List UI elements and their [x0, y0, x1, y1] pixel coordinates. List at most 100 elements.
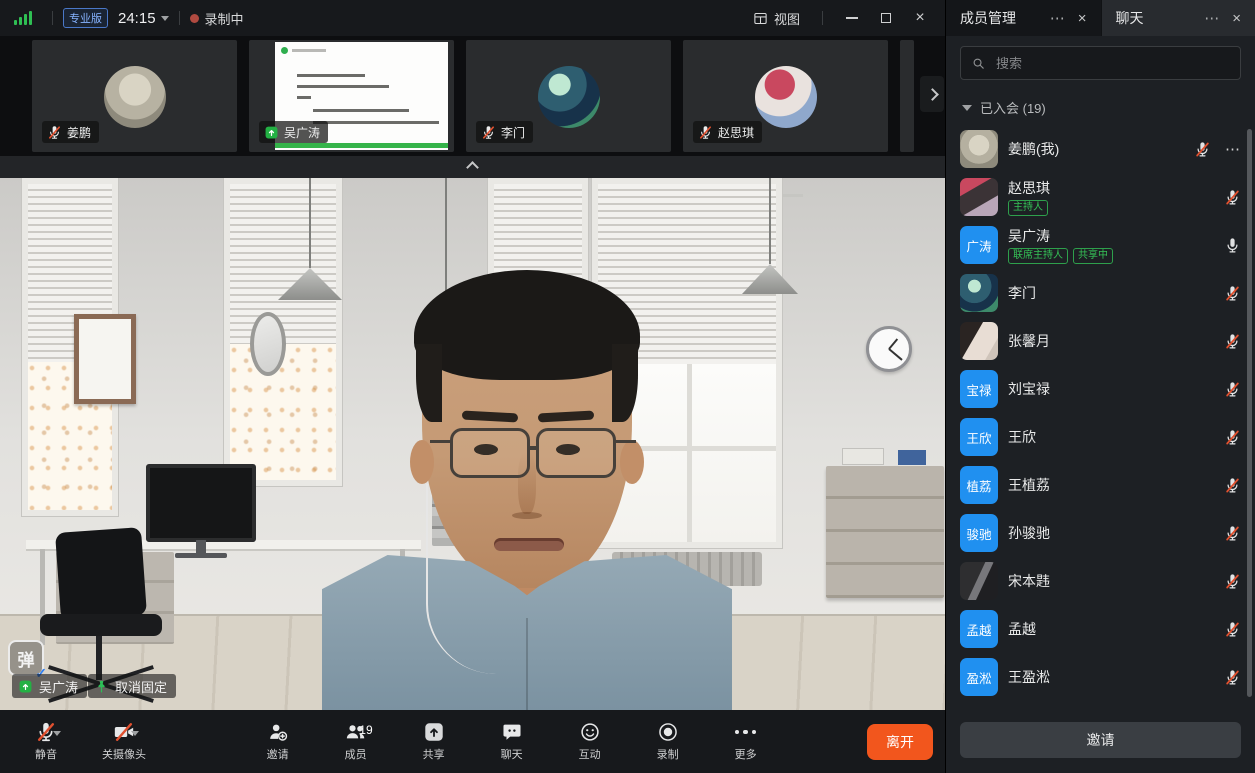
- mic-muted-icon[interactable]: [1224, 621, 1241, 638]
- record-button[interactable]: 录制: [642, 719, 694, 764]
- mic-on-icon[interactable]: [1224, 237, 1241, 254]
- meeting-timer[interactable]: 24:15: [118, 10, 169, 27]
- member-name: 姜鹏(我): [1008, 139, 1059, 159]
- video-tile-limen[interactable]: 李门: [466, 40, 671, 152]
- avatar: 广涛: [960, 226, 998, 264]
- recording-label: 录制中: [205, 9, 244, 28]
- minimize-button[interactable]: [837, 5, 867, 31]
- tab-chat[interactable]: 聊天 ⋯ ×: [1101, 0, 1255, 36]
- mic-muted-icon[interactable]: [1224, 525, 1241, 542]
- share-label: 共享: [423, 746, 445, 762]
- view-button[interactable]: 视图: [745, 5, 808, 32]
- panel-close-icon[interactable]: ×: [1232, 10, 1241, 27]
- scrollbar[interactable]: [1247, 129, 1252, 697]
- mute-button[interactable]: 静音: [20, 719, 72, 764]
- mic-muted-icon[interactable]: [1224, 429, 1241, 446]
- chat-bubble-icon: [501, 721, 523, 743]
- unpin-button[interactable]: 取消固定: [88, 674, 176, 698]
- video-tile-shared-screen[interactable]: 吴广涛: [249, 40, 454, 152]
- mute-label: 静音: [35, 746, 57, 762]
- leave-button[interactable]: 离开: [867, 724, 933, 760]
- video-tile-zhaosiqi[interactable]: 赵思琪: [683, 40, 888, 152]
- avatar: [960, 274, 998, 312]
- mic-muted-icon[interactable]: [1224, 285, 1241, 302]
- strip-next-button[interactable]: [920, 76, 944, 112]
- meeting-window: 专业版 24:15 录制中 视图 × 姜鹏: [0, 0, 1255, 773]
- member-row[interactable]: 赵思琪 主持人: [946, 173, 1255, 221]
- mic-muted-icon[interactable]: [1224, 669, 1241, 686]
- mic-muted-icon[interactable]: [1224, 189, 1241, 206]
- panel-close-icon[interactable]: ×: [1078, 10, 1087, 27]
- member-row[interactable]: 姜鹏(我) ⋯: [946, 125, 1255, 173]
- share-icon: [423, 721, 445, 743]
- share-button[interactable]: 共享: [408, 719, 460, 764]
- pin-icon: [94, 679, 109, 694]
- tab-title: 聊天: [1116, 8, 1144, 28]
- member-row[interactable]: 盈淞 王盈淞: [946, 653, 1255, 701]
- member-row[interactable]: 王欣 王欣: [946, 413, 1255, 461]
- participant-name: 吴广涛: [284, 124, 320, 141]
- danmaku-toggle-button[interactable]: 弹: [8, 640, 44, 676]
- avatar: [960, 562, 998, 600]
- member-row[interactable]: 张馨月: [946, 317, 1255, 365]
- panel-more-icon[interactable]: ⋯: [1050, 9, 1066, 27]
- hanging-lamp: [742, 178, 798, 294]
- mic-muted-icon: [47, 125, 62, 140]
- mic-muted-icon[interactable]: [1224, 333, 1241, 350]
- panel-tabs: 成员管理 ⋯ × 聊天 ⋯ ×: [946, 0, 1255, 36]
- collapse-strip-button[interactable]: [0, 156, 945, 178]
- search-box[interactable]: [960, 46, 1241, 80]
- avatar: 植荔: [960, 466, 998, 504]
- chevron-down-icon[interactable]: [53, 731, 61, 736]
- host-badge: 主持人: [1008, 200, 1048, 216]
- chat-button[interactable]: 聊天: [486, 719, 538, 764]
- main-video[interactable]: 弹 吴广涛 取消固定: [0, 178, 945, 710]
- side-panel: 成员管理 ⋯ × 聊天 ⋯ × 已入会 (19) 姜鹏(我): [945, 0, 1255, 773]
- mic-muted-icon[interactable]: [1224, 573, 1241, 590]
- box: [842, 448, 884, 465]
- sharing-icon: [18, 679, 33, 694]
- members-button[interactable]: 19 成员: [330, 719, 382, 764]
- panel-more-icon[interactable]: ⋯: [1204, 9, 1220, 27]
- camera-off-button[interactable]: 关摄像头: [98, 719, 150, 764]
- participant-name: 赵思琪: [718, 124, 754, 141]
- wall-mirror: [250, 312, 286, 376]
- video-tile-jiangpeng[interactable]: 姜鹏: [32, 40, 237, 152]
- chevron-down-icon[interactable]: [131, 731, 139, 736]
- avatar: 宝禄: [960, 370, 998, 408]
- recording-status: 录制中: [190, 9, 244, 28]
- joined-section-header[interactable]: 已入会 (19): [946, 90, 1255, 123]
- invite-button[interactable]: 邀请: [252, 719, 304, 764]
- box: [898, 450, 926, 465]
- member-row[interactable]: 宝禄 刘宝禄: [946, 365, 1255, 413]
- tile-name-label: 姜鹏: [42, 121, 99, 143]
- avatar: [104, 66, 166, 128]
- member-name: 吴广涛: [1008, 226, 1113, 246]
- member-row[interactable]: 骏驰 孙骏驰: [946, 509, 1255, 557]
- member-name: 孟越: [1008, 619, 1036, 639]
- mic-muted-icon[interactable]: [1194, 141, 1211, 158]
- member-row[interactable]: 李门: [946, 269, 1255, 317]
- mic-muted-icon[interactable]: [1224, 477, 1241, 494]
- maximize-button[interactable]: [871, 5, 901, 31]
- sharing-icon: [264, 125, 279, 140]
- video-tile-partial: [900, 40, 914, 152]
- member-row[interactable]: 宋本韪: [946, 557, 1255, 605]
- speaker-name: 吴广涛: [39, 677, 78, 696]
- member-name: 王欣: [1008, 427, 1036, 447]
- video-thumbnail-strip: 姜鹏 吴广涛: [0, 36, 945, 156]
- panel-invite-button[interactable]: 邀请: [960, 722, 1241, 758]
- search-input[interactable]: [994, 55, 1230, 72]
- member-more-icon[interactable]: ⋯: [1225, 140, 1241, 158]
- member-row[interactable]: 植荔 王植荔: [946, 461, 1255, 509]
- titlebar: 专业版 24:15 录制中 视图 ×: [0, 0, 945, 36]
- timer-value: 24:15: [118, 10, 156, 27]
- glasses: [450, 428, 530, 478]
- close-button[interactable]: ×: [905, 5, 935, 31]
- more-button[interactable]: 更多: [720, 719, 772, 764]
- mic-muted-icon[interactable]: [1224, 381, 1241, 398]
- member-row[interactable]: 孟越 孟越: [946, 605, 1255, 653]
- member-row[interactable]: 广涛 吴广涛 联席主持人 共享中: [946, 221, 1255, 269]
- tab-member-management[interactable]: 成员管理 ⋯ ×: [946, 0, 1101, 36]
- interact-button[interactable]: 互动: [564, 719, 616, 764]
